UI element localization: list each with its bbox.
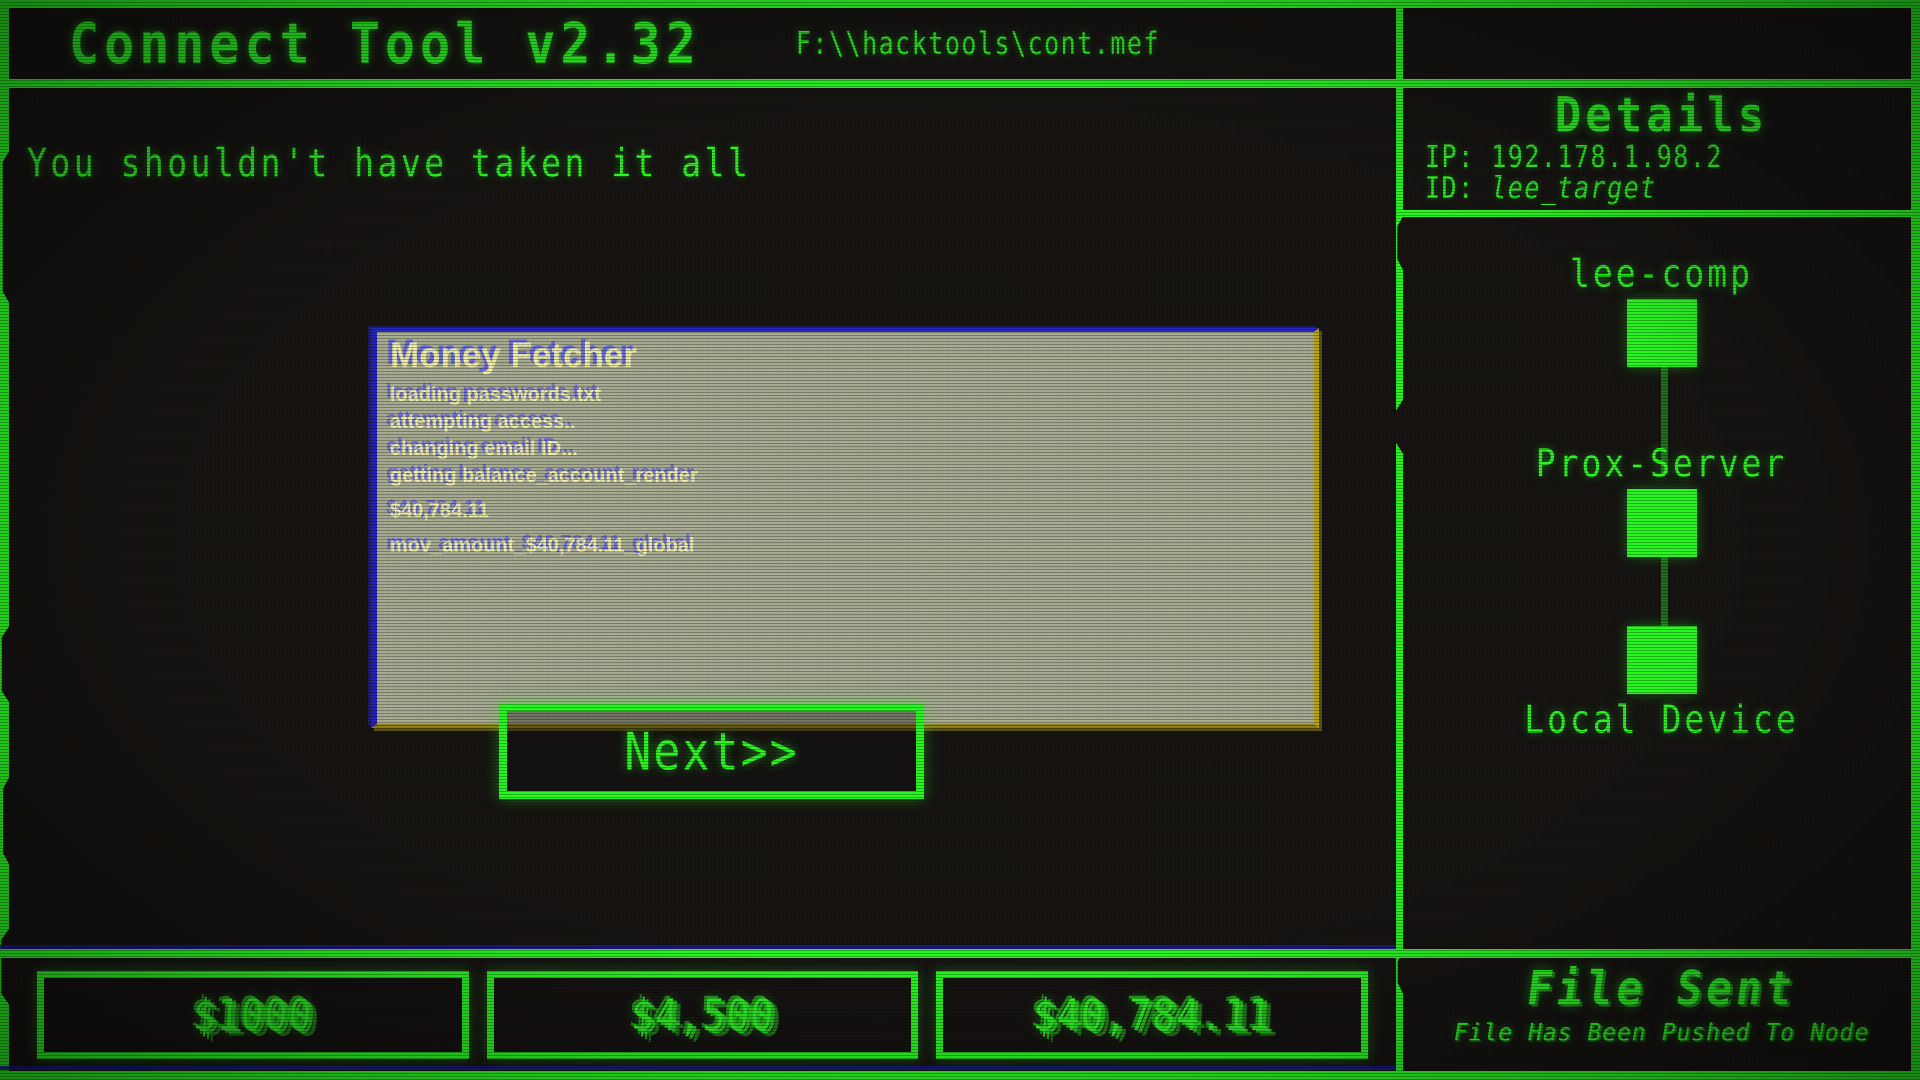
terminal-message: You shouldn't have taken it all [27,139,752,186]
node-label: Prox-Server [1535,441,1788,486]
network-node-local-device[interactable]: Local Device [1403,626,1920,742]
frame-border-left [0,0,9,1080]
next-button[interactable]: Next>> [499,703,924,799]
connect-tool-window: Connect Tool v2.32 F:\\hacktools\cont.me… [0,0,1920,1080]
money-value: $40,784.11 [1031,989,1273,1040]
log-line-balance: $40,784.11 [390,500,489,522]
log-line: attempting access.. [390,411,576,433]
node-square-icon [1626,299,1697,367]
money-value: $1000 [191,989,314,1040]
network-map: lee-comp Prox-Server Local Device [1403,218,1920,949]
main-bottom-divider [0,949,1920,958]
dialog-log-output: loading passwords.txt attempting access.… [390,382,698,560]
node-square-icon [1626,489,1697,557]
file-status-panel: File Sent File Has Been Pushed To Node [1403,958,1920,1071]
log-line: getting balance_account_render [390,465,698,487]
log-line: changing email ID... [390,438,578,460]
details-panel: Details IP: 192.178.1.98.2 ID: lee_targe… [1403,87,1920,210]
frame-border-bottom [0,1071,1920,1080]
vertical-divider [1396,0,1403,1080]
next-button-label: Next>> [624,720,799,782]
node-square-icon [1626,626,1697,694]
file-path-label: F:\\hacktools\cont.mef [795,25,1160,62]
dialog-title: Money Fetcher [390,336,637,375]
network-node-lee-comp[interactable]: lee-comp [1403,251,1920,367]
id-value: lee_target [1491,169,1657,206]
main-terminal-area: You shouldn't have taken it all Money Fe… [9,88,1396,949]
money-box-1[interactable]: $1000 [37,970,469,1059]
frame-border-top [0,0,1920,8]
app-title: Connect Tool v2.32 [69,11,701,76]
node-label: lee-comp [1570,251,1753,296]
money-box-3[interactable]: $40,784.11 [936,970,1369,1059]
titlebar: Connect Tool v2.32 F:\\hacktools\cont.me… [9,8,1396,79]
details-divider [1396,210,1920,217]
log-line-transfer: mov_amount_$40,784.11_global [390,535,695,557]
details-heading: Details [1554,87,1769,144]
money-box-2[interactable]: $4,500 [486,970,919,1059]
network-node-prox-server[interactable]: Prox-Server [1403,441,1920,557]
money-fetcher-dialog: Money Fetcher loading passwords.txt atte… [371,328,1319,728]
money-value: $4,500 [629,989,776,1040]
log-line: loading passwords.txt [390,384,602,406]
money-bar: $1000 $4,500 $40,784.11 [9,958,1396,1071]
node-label: Local Device [1524,697,1799,742]
detail-row-id: ID: lee_target [1425,169,1920,207]
id-label: ID: [1425,169,1475,206]
file-status-subtitle: File Has Been Pushed To Node [1451,1019,1872,1047]
file-status-title: File Sent [1523,961,1800,1017]
